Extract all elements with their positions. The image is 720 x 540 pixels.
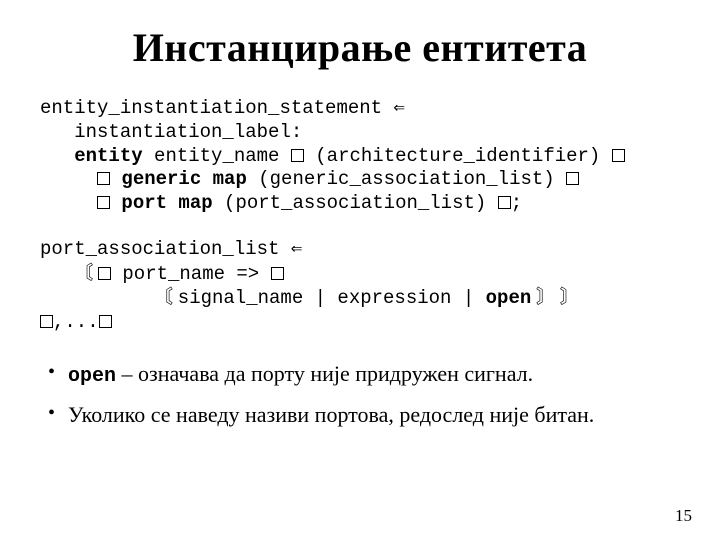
placeholder-box-icon bbox=[99, 315, 112, 328]
code-text: ; bbox=[511, 192, 522, 214]
bullet-list: open – означава да порту није придружен … bbox=[46, 357, 680, 432]
code-text: ,... bbox=[53, 311, 99, 333]
bullet-item: open – означава да порту није придружен … bbox=[46, 357, 680, 392]
bullet-item: Уколико се наведу називи портова, редосл… bbox=[46, 398, 680, 432]
code-text bbox=[40, 263, 74, 285]
double-paren-open: 〘 bbox=[154, 287, 178, 308]
code-text: signal_name | expression | bbox=[178, 287, 486, 309]
page-number: 15 bbox=[675, 506, 692, 526]
code-block-port-association: port_association_list ⇐ 〘 port_name => 〘… bbox=[40, 238, 680, 335]
keyword-open: open bbox=[486, 287, 532, 309]
placeholder-box-icon bbox=[40, 315, 53, 328]
code-block-entity-instantiation: entity_instantiation_statement ⇐ instant… bbox=[40, 97, 680, 216]
code-text: (generic_association_list) bbox=[247, 168, 566, 190]
code-text: (architecture_identifier) bbox=[304, 145, 612, 167]
placeholder-box-icon bbox=[98, 267, 111, 280]
code-text: ⇐ bbox=[291, 238, 302, 260]
slide: Инстанцирање ентитета entity_instantiati… bbox=[0, 0, 720, 540]
placeholder-box-icon bbox=[97, 196, 110, 209]
keyword-generic-map: generic map bbox=[121, 168, 246, 190]
code-text bbox=[40, 145, 74, 167]
placeholder-box-icon bbox=[498, 196, 511, 209]
code-text bbox=[40, 287, 154, 309]
code-text bbox=[40, 192, 97, 214]
double-paren-close: 〙 〙 bbox=[531, 287, 579, 308]
keyword-port-map: port map bbox=[121, 192, 212, 214]
code-text bbox=[110, 168, 121, 190]
placeholder-box-icon bbox=[612, 149, 625, 162]
placeholder-box-icon bbox=[291, 149, 304, 162]
code-text: port_name => bbox=[111, 263, 271, 285]
double-paren-open: 〘 bbox=[74, 263, 98, 284]
placeholder-box-icon bbox=[566, 172, 579, 185]
keyword-open-inline: open bbox=[68, 365, 116, 388]
code-text: entity_name bbox=[143, 145, 291, 167]
keyword-entity: entity bbox=[74, 145, 142, 167]
placeholder-box-icon bbox=[271, 267, 284, 280]
code-text bbox=[110, 192, 121, 214]
bullet-text: Уколико се наведу називи портова, редосл… bbox=[68, 402, 594, 427]
bullet-text: – означава да порту није придружен сигна… bbox=[116, 361, 533, 386]
code-text bbox=[40, 168, 97, 190]
placeholder-box-icon bbox=[97, 172, 110, 185]
code-text: ⇐ bbox=[393, 97, 404, 119]
slide-title: Инстанцирање ентитета bbox=[40, 24, 680, 71]
code-text: instantiation_label: bbox=[40, 121, 302, 143]
code-text: entity_instantiation_statement bbox=[40, 97, 393, 119]
code-text: (port_association_list) bbox=[213, 192, 498, 214]
code-text: port_association_list bbox=[40, 238, 291, 260]
